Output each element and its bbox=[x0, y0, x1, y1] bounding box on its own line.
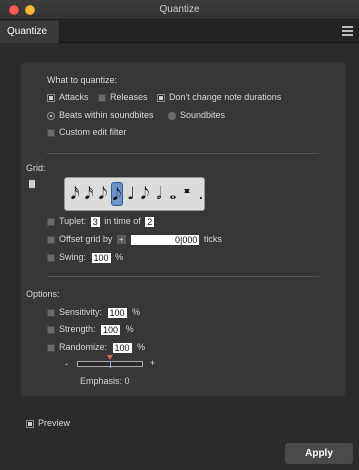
swing-row: Swing: 100 % bbox=[47, 252, 123, 263]
swing-unit: % bbox=[115, 252, 124, 262]
note-quarter[interactable]: ♩ bbox=[125, 182, 137, 206]
dot-toggle[interactable]: . bbox=[195, 182, 207, 206]
title-bar: Quantize bbox=[0, 0, 359, 20]
custom-edit-filter-option[interactable]: Custom edit filter bbox=[47, 127, 127, 137]
note-16th[interactable]: 𝅘𝅥𝅯 bbox=[83, 182, 95, 206]
preview-checkbox[interactable] bbox=[26, 419, 34, 428]
sensitivity-label: Sensitivity: bbox=[59, 307, 103, 317]
strength-row: Strength: 100 % bbox=[47, 324, 134, 335]
in-time-of-value-field[interactable]: 2 bbox=[145, 216, 155, 227]
note-whole[interactable]: 𝅝 bbox=[167, 182, 179, 206]
randomize-label: Randomize: bbox=[59, 342, 108, 352]
soundbites-label: Soundbites bbox=[180, 110, 226, 120]
options-heading: Options: bbox=[26, 289, 60, 299]
sensitivity-row: Sensitivity: 100 % bbox=[47, 307, 140, 318]
note-half[interactable]: 𝅗𝅥 bbox=[153, 182, 165, 206]
tab-bar: Quantize bbox=[0, 21, 359, 43]
sensitivity-value-field[interactable]: 100 bbox=[107, 307, 127, 318]
note-value-selector[interactable]: 𝅘𝅥𝅯 𝅘𝅥𝅯 𝅘𝅥𝅮 𝅘𝅥𝅮 ♩ 𝅘𝅥𝅮 𝅗𝅥 𝅝 𝄺 . bbox=[64, 177, 205, 211]
attacks-option[interactable]: Attacks bbox=[47, 92, 89, 102]
preview-label: Preview bbox=[38, 418, 71, 428]
emphasis-value-label: Emphasis: 0 bbox=[80, 376, 130, 386]
randomize-row: Randomize: 100 % bbox=[47, 342, 145, 353]
tuplet-value-field[interactable]: 3 bbox=[90, 216, 100, 227]
releases-option[interactable]: Releases bbox=[98, 92, 148, 102]
note-dotted-8th[interactable]: 𝅘𝅥𝅮 bbox=[97, 182, 109, 206]
beats-within-soundbites-radio[interactable] bbox=[47, 111, 55, 120]
emphasis-minus-label: - bbox=[65, 359, 68, 369]
window-title: Quantize bbox=[159, 4, 200, 15]
releases-checkbox[interactable] bbox=[98, 93, 106, 102]
ticks-label: ticks bbox=[203, 234, 222, 244]
strength-label: Strength: bbox=[59, 324, 96, 334]
attacks-checkbox[interactable] bbox=[47, 93, 55, 102]
note-double-whole[interactable]: 𝄺 bbox=[181, 182, 193, 206]
apply-button[interactable]: Apply bbox=[285, 443, 353, 464]
emphasis-slider-thumb[interactable] bbox=[107, 355, 113, 360]
tuplet-checkbox[interactable] bbox=[47, 217, 55, 226]
custom-edit-filter-checkbox[interactable] bbox=[47, 128, 55, 137]
offset-grid-checkbox[interactable] bbox=[47, 235, 55, 244]
beats-within-soundbites-label: Beats within soundbites bbox=[59, 110, 154, 120]
divider bbox=[47, 276, 319, 277]
offset-grid-label: Offset grid by bbox=[59, 234, 113, 244]
randomize-value-field[interactable]: 100 bbox=[112, 342, 132, 353]
randomize-checkbox[interactable] bbox=[47, 343, 55, 352]
offset-grid-row: Offset grid by + 0|000 ticks bbox=[47, 234, 222, 245]
strength-value-field[interactable]: 100 bbox=[101, 324, 121, 335]
offset-ticks-field[interactable]: 0|000 bbox=[131, 234, 200, 245]
hamburger-menu-icon[interactable] bbox=[342, 26, 353, 37]
tuplet-row: Tuplet: 3 in time of 2 bbox=[47, 216, 155, 227]
dont-change-durations-checkbox[interactable] bbox=[157, 93, 165, 102]
custom-edit-filter-label: Custom edit filter bbox=[59, 127, 127, 137]
tab-quantize[interactable]: Quantize bbox=[0, 21, 60, 43]
note-32nd[interactable]: 𝅘𝅥𝅯 bbox=[69, 182, 81, 206]
swing-value-field[interactable]: 100 bbox=[91, 252, 111, 263]
divider bbox=[47, 153, 319, 154]
beats-within-soundbites-option[interactable]: Beats within soundbites bbox=[47, 110, 154, 120]
soundbites-radio[interactable] bbox=[168, 111, 176, 120]
strength-unit: % bbox=[125, 324, 134, 334]
swing-label: Swing: bbox=[59, 252, 87, 262]
in-time-of-label: in time of bbox=[104, 216, 141, 226]
note-8th-selected[interactable]: 𝅘𝅥𝅮 bbox=[111, 182, 123, 206]
releases-label: Releases bbox=[110, 92, 148, 102]
dont-change-durations-option[interactable]: Don't change note durations bbox=[157, 92, 281, 102]
sensitivity-checkbox[interactable] bbox=[47, 308, 55, 317]
strength-checkbox[interactable] bbox=[47, 325, 55, 334]
soundbites-option[interactable]: Soundbites bbox=[168, 110, 225, 120]
attacks-label: Attacks bbox=[59, 92, 89, 102]
lock-icon[interactable] bbox=[29, 180, 35, 188]
randomize-unit: % bbox=[137, 342, 146, 352]
sensitivity-unit: % bbox=[132, 307, 141, 317]
preview-option[interactable]: Preview bbox=[26, 418, 70, 428]
emphasis-center-tick bbox=[110, 361, 111, 368]
grid-heading: Grid: bbox=[26, 163, 46, 173]
what-to-quantize-heading: What to quantize: bbox=[47, 75, 118, 85]
emphasis-plus-label: + bbox=[150, 358, 156, 368]
dont-change-durations-label: Don't change note durations bbox=[169, 92, 282, 102]
note-dotted-quarter[interactable]: 𝅘𝅥𝅮 bbox=[139, 182, 151, 206]
swing-checkbox[interactable] bbox=[47, 253, 55, 262]
tuplet-label: Tuplet: bbox=[59, 216, 87, 226]
offset-sign-toggle[interactable]: + bbox=[116, 235, 126, 245]
